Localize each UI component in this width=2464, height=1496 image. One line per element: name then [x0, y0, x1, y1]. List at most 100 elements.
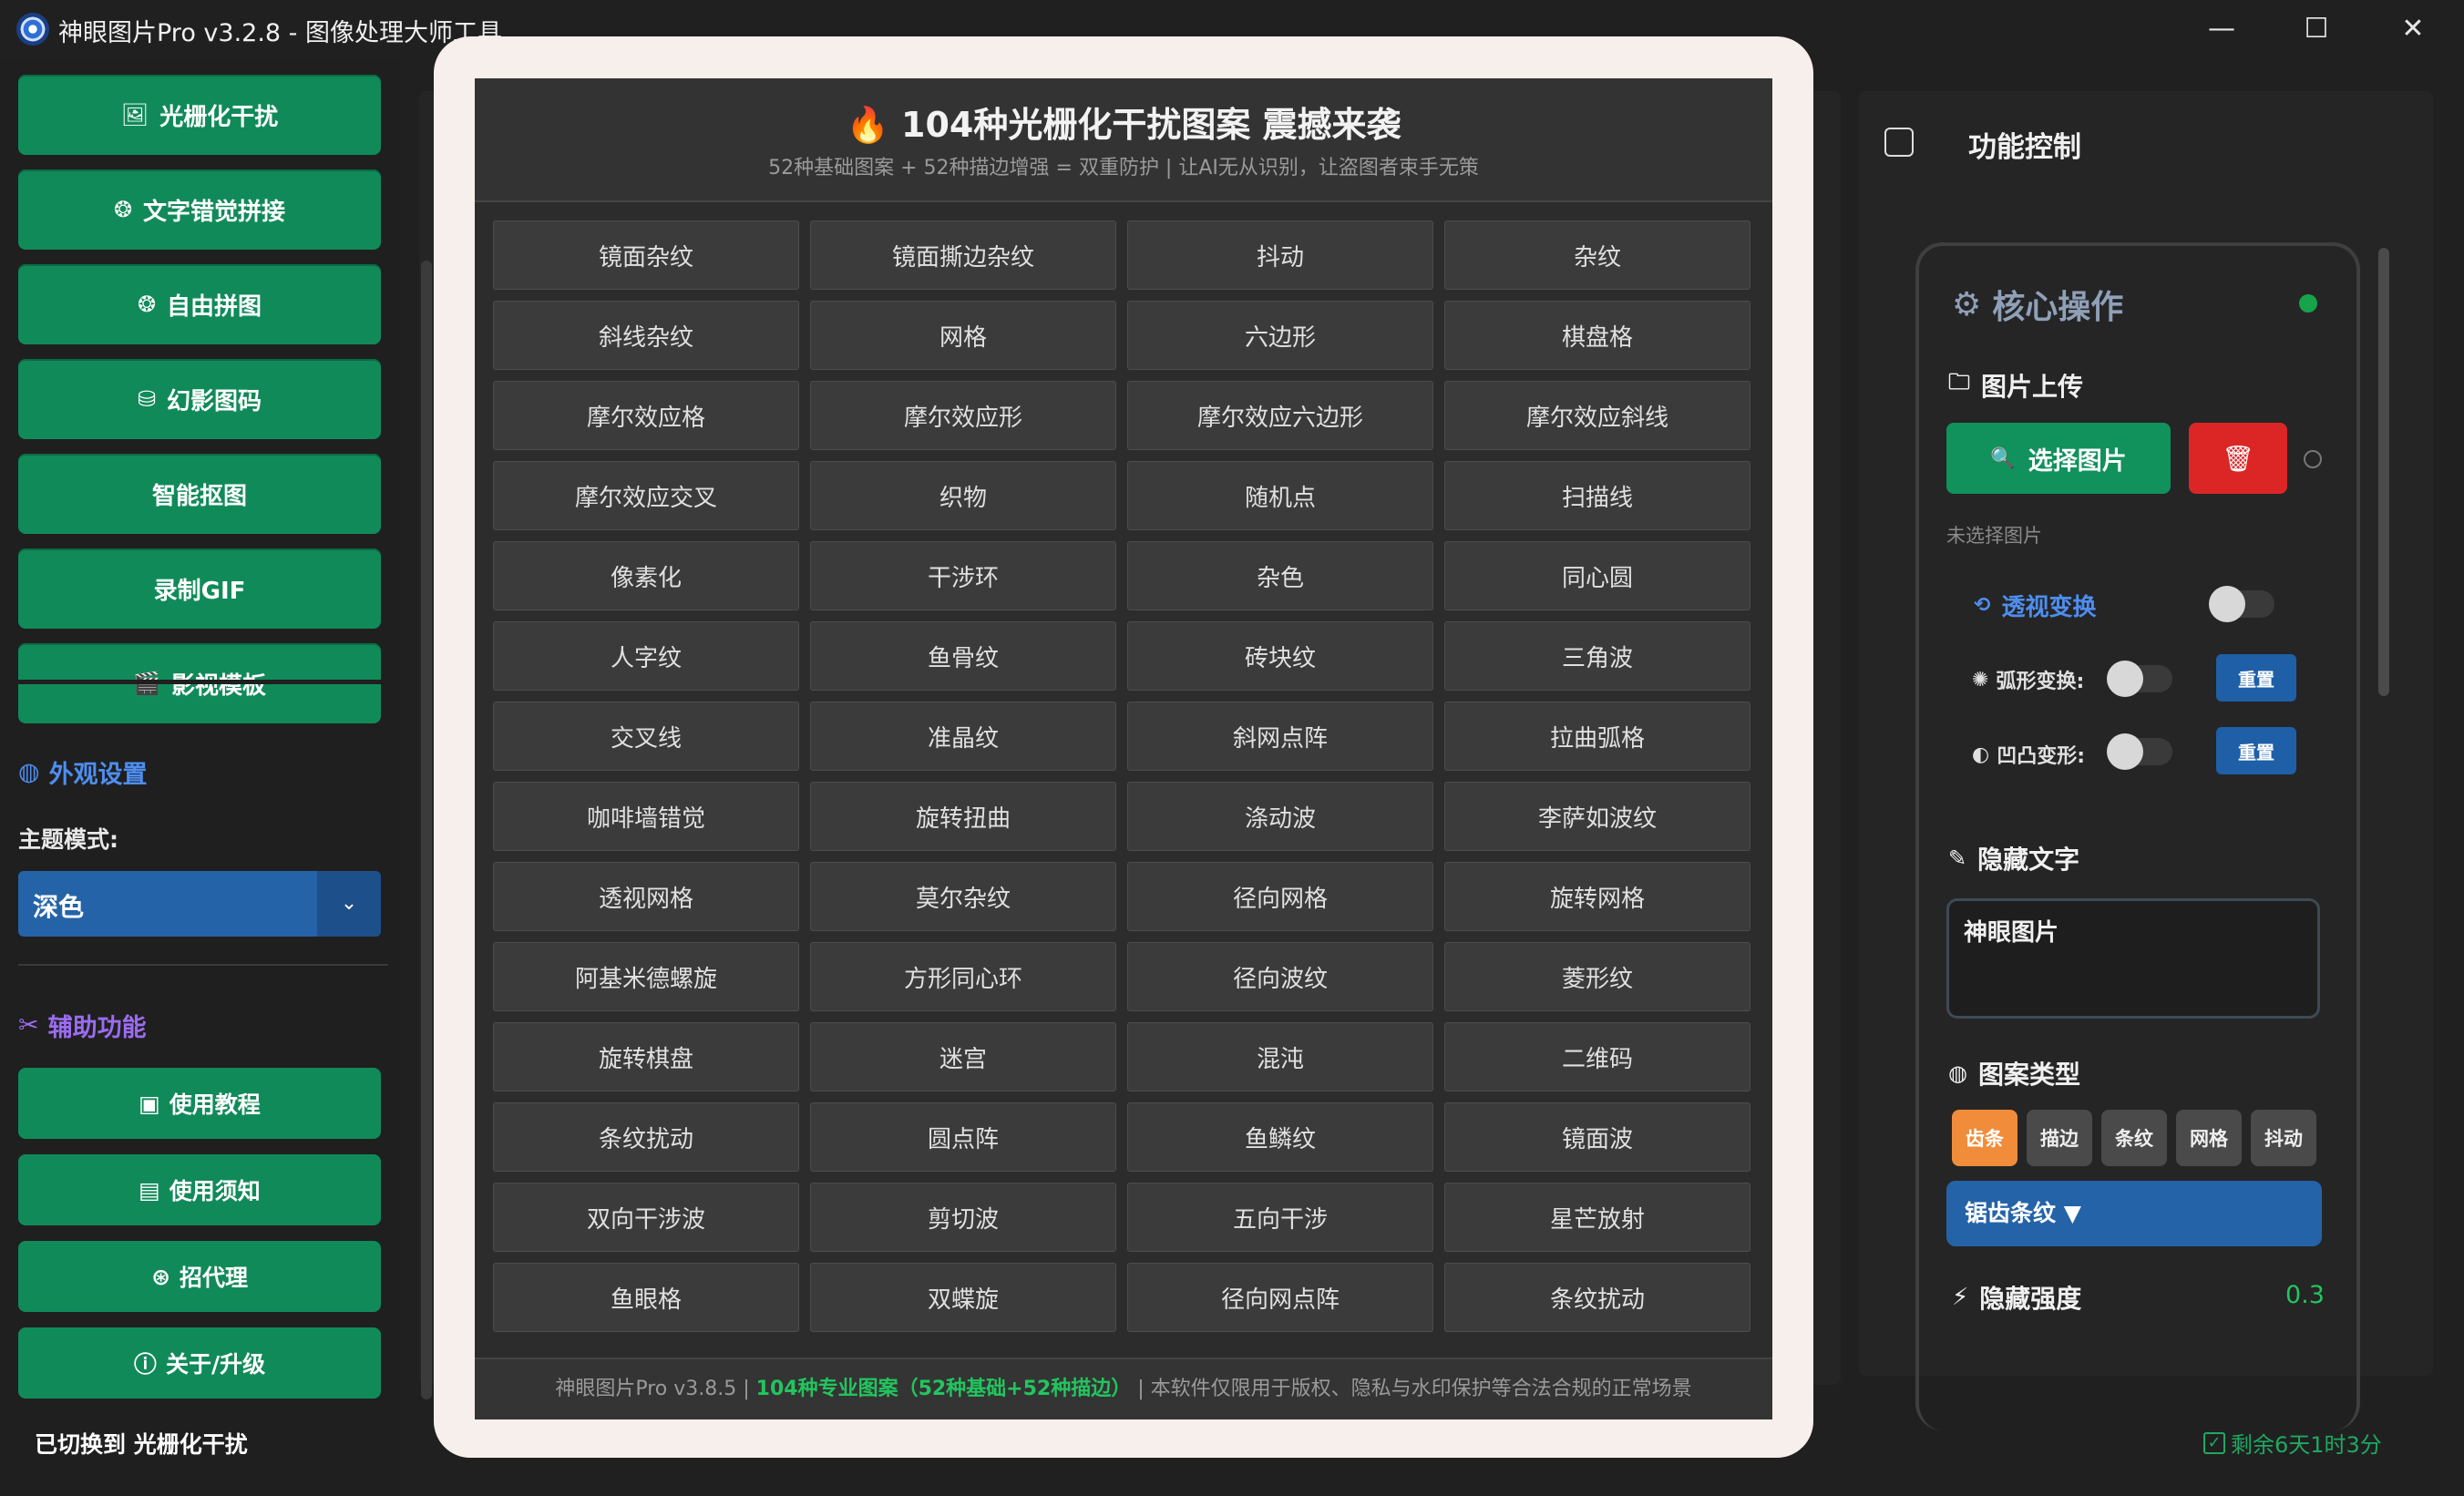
arc-reset-button[interactable]: 重置	[2216, 654, 2296, 702]
pattern-button[interactable]: 条纹扰动	[1444, 1263, 1750, 1332]
pattern-button[interactable]: 条纹扰动	[493, 1102, 799, 1172]
modal-title-text: 104种光栅化干扰图案 震撼来袭	[901, 105, 1401, 145]
nav-smart-cutout-button[interactable]: 智能抠图	[18, 454, 381, 534]
pattern-button[interactable]: 六边形	[1127, 301, 1433, 370]
pattern-button[interactable]: 星芒放射	[1444, 1183, 1750, 1252]
pattern-button[interactable]: 砖块纹	[1127, 621, 1433, 691]
pattern-button[interactable]: 菱形纹	[1444, 942, 1750, 1011]
footer-suffix: | 本软件仅限用于版权、隐私与水印保护等合法合规的正常场景	[1131, 1378, 1692, 1400]
pattern-button[interactable]: 像素化	[493, 541, 799, 610]
pattern-button[interactable]: 李萨如波纹	[1444, 782, 1750, 851]
pattern-button[interactable]: 阿基米德螺旋	[493, 942, 799, 1011]
select-image-button[interactable]: 🔍 选择图片	[1946, 423, 2171, 494]
usage-notice-button[interactable]: ▤ 使用须知	[18, 1154, 381, 1225]
pattern-tab-stroke[interactable]: 描边	[2027, 1110, 2092, 1166]
usage-notice-label: 使用须知	[169, 1178, 261, 1204]
nav-text-illusion-button[interactable]: ❂ 文字错觉拼接	[18, 169, 381, 250]
chevron-down-icon[interactable]: ⌄	[317, 871, 381, 937]
pattern-button[interactable]: 镜面杂纹	[493, 220, 799, 290]
pattern-tab-stripe[interactable]: 条纹	[2101, 1110, 2167, 1166]
pattern-button[interactable]: 摩尔效应形	[810, 381, 1116, 450]
pattern-button[interactable]: 镜面波	[1444, 1102, 1750, 1172]
nav-record-gif-button[interactable]: 录制GIF	[18, 548, 381, 629]
pattern-button[interactable]: 莫尔杂纹	[810, 862, 1116, 931]
video-icon: ▣	[139, 1090, 160, 1117]
delete-image-button[interactable]: 🗑	[2189, 423, 2287, 494]
pattern-button[interactable]: 方形同心环	[810, 942, 1116, 1011]
pattern-button[interactable]: 旋转棋盘	[493, 1022, 799, 1091]
pattern-button[interactable]: 鱼眼格	[493, 1263, 799, 1332]
pattern-button[interactable]: 棋盘格	[1444, 301, 1750, 370]
pattern-button[interactable]: 五向干涉	[1127, 1183, 1433, 1252]
pattern-button[interactable]: 鱼鳞纹	[1127, 1102, 1433, 1172]
pattern-button[interactable]: 准晶纹	[810, 702, 1116, 771]
pattern-button[interactable]: 摩尔效应六边形	[1127, 381, 1433, 450]
pattern-button[interactable]: 摩尔效应斜线	[1444, 381, 1750, 450]
pattern-button[interactable]: 双向干涉波	[493, 1183, 799, 1252]
pattern-button[interactable]: 迷宫	[810, 1022, 1116, 1091]
pattern-button[interactable]: 拉曲弧格	[1444, 702, 1750, 771]
pattern-button[interactable]: 剪切波	[810, 1183, 1116, 1252]
pattern-button[interactable]: 旋转扭曲	[810, 782, 1116, 851]
pattern-button[interactable]: 摩尔效应交叉	[493, 461, 799, 530]
perspective-toggle[interactable]	[2209, 586, 2274, 622]
upload-section-label: 🗀 图片上传	[1948, 366, 2083, 404]
pattern-button[interactable]: 抖动	[1127, 220, 1433, 290]
nav-free-collage-button[interactable]: ❂ 自由拼图	[18, 264, 381, 344]
minimize-button[interactable]: —	[2194, 9, 2249, 49]
pattern-button[interactable]: 网格	[810, 301, 1116, 370]
pattern-grid: 镜面杂纹 镜面撕边杂纹 抖动 杂纹 斜线杂纹 网格 六边形 棋盘格 摩尔效应格 摩尔效应形 摩尔效应…	[493, 220, 1754, 1332]
pattern-button[interactable]: 旋转网格	[1444, 862, 1750, 931]
pattern-button[interactable]: 二维码	[1444, 1022, 1750, 1091]
pattern-button[interactable]: 扫描线	[1444, 461, 1750, 530]
pattern-button[interactable]: 径向网点阵	[1127, 1263, 1433, 1332]
pattern-button[interactable]: 镜面撕边杂纹	[810, 220, 1116, 290]
workspace-scrollbar[interactable]	[421, 261, 432, 1399]
pattern-button[interactable]: 径向网格	[1127, 862, 1433, 931]
modal-header: 🔥 104种光栅化干扰图案 震撼来袭 52种基础图案 + 52种描边增强 = 双…	[475, 78, 1772, 202]
nav-phantom-code-button[interactable]: ⛁ 幻影图码	[18, 359, 381, 439]
nav-film-template-button[interactable]: 🎬 影视模板	[18, 643, 381, 723]
appearance-heading-text: 外观设置	[48, 761, 148, 789]
pattern-button[interactable]: 径向波纹	[1127, 942, 1433, 1011]
pattern-button[interactable]: 杂纹	[1444, 220, 1750, 290]
pattern-button[interactable]: 双蝶旋	[810, 1263, 1116, 1332]
pattern-button[interactable]: 三角波	[1444, 621, 1750, 691]
nav-raster-interference-button[interactable]: 🖼 光栅化干扰	[18, 75, 381, 155]
pattern-button[interactable]: 交叉线	[493, 702, 799, 771]
pattern-button[interactable]: 透视网格	[493, 862, 799, 931]
maximize-button[interactable]: ☐	[2289, 9, 2344, 49]
theme-mode-select[interactable]: 深色 ⌄	[18, 871, 381, 937]
fire-icon: 🔥	[846, 105, 889, 145]
upload-radio[interactable]	[2304, 450, 2322, 468]
pattern-button[interactable]: 混沌	[1127, 1022, 1433, 1091]
handshake-icon: ⊛	[151, 1263, 170, 1290]
close-button[interactable]: ✕	[2386, 9, 2440, 49]
pattern-button[interactable]: 同心圆	[1444, 541, 1750, 610]
pattern-tab-rack[interactable]: 齿条	[1952, 1110, 2017, 1166]
pattern-button[interactable]: 摩尔效应格	[493, 381, 799, 450]
sun-icon: ✺	[1972, 668, 1989, 692]
pattern-button[interactable]: 人字纹	[493, 621, 799, 691]
pattern-button[interactable]: 干涉环	[810, 541, 1116, 610]
bulge-reset-button[interactable]: 重置	[2216, 727, 2296, 774]
arc-transform-toggle[interactable]	[2107, 661, 2172, 697]
pattern-button[interactable]: 涤动波	[1127, 782, 1433, 851]
control-panel-scrollbar[interactable]	[2378, 248, 2389, 696]
pattern-subtype-select[interactable]: 锯齿条纹 ▼	[1946, 1181, 2322, 1246]
tutorial-button[interactable]: ▣ 使用教程	[18, 1068, 381, 1139]
agent-recruit-button[interactable]: ⊛ 招代理	[18, 1241, 381, 1312]
pattern-button[interactable]: 斜网点阵	[1127, 702, 1433, 771]
pattern-button[interactable]: 斜线杂纹	[493, 301, 799, 370]
pattern-button[interactable]: 圆点阵	[810, 1102, 1116, 1172]
pattern-button[interactable]: 杂色	[1127, 541, 1433, 610]
about-upgrade-button[interactable]: ⓘ 关于/升级	[18, 1327, 381, 1399]
pattern-tab-grid[interactable]: 网格	[2176, 1110, 2242, 1166]
hidden-text-input[interactable]: 神眼图片	[1946, 898, 2320, 1019]
bulge-toggle[interactable]	[2107, 733, 2172, 770]
pattern-button[interactable]: 织物	[810, 461, 1116, 530]
pattern-button[interactable]: 鱼骨纹	[810, 621, 1116, 691]
pattern-button[interactable]: 咖啡墙错觉	[493, 782, 799, 851]
pattern-button[interactable]: 随机点	[1127, 461, 1433, 530]
pattern-tab-dither[interactable]: 抖动	[2251, 1110, 2316, 1166]
